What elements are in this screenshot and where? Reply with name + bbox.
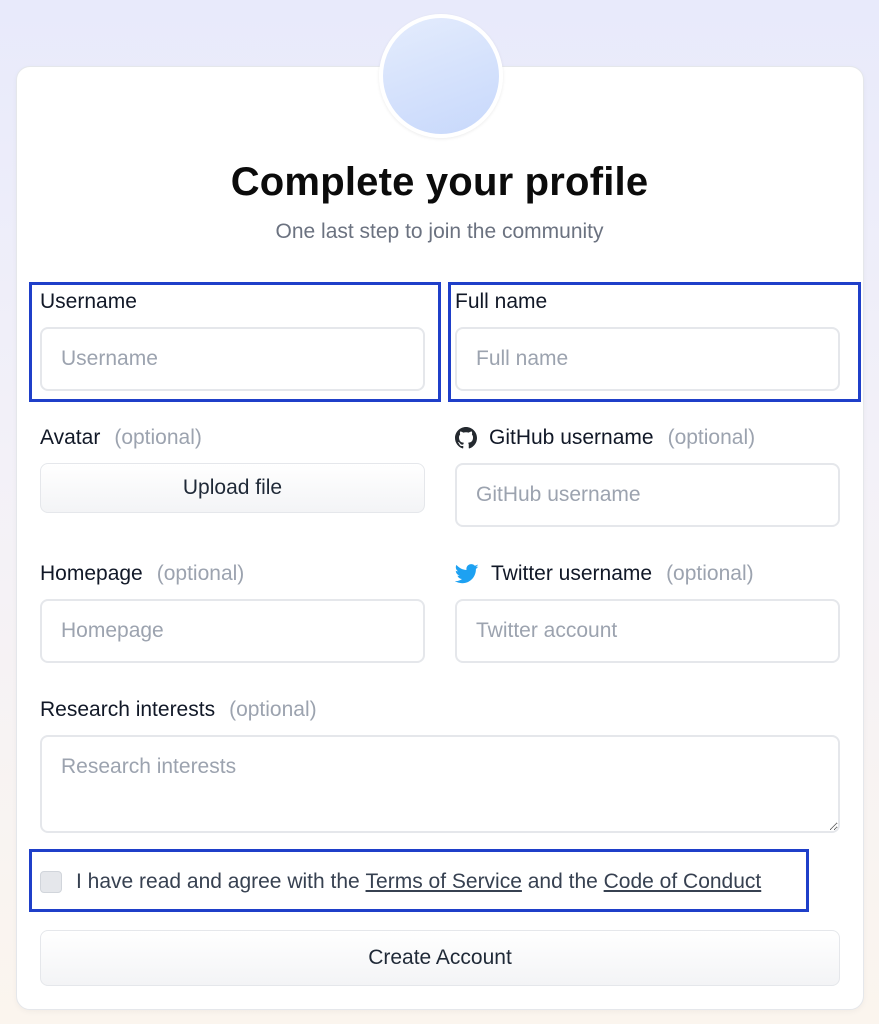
github-icon bbox=[455, 427, 477, 449]
twitter-icon bbox=[455, 564, 479, 584]
github-username-input[interactable] bbox=[455, 463, 840, 527]
twitter-label: Twitter username (optional) bbox=[455, 562, 754, 586]
page-title: Complete your profile bbox=[230, 160, 649, 204]
avatar-placeholder bbox=[379, 14, 503, 138]
homepage-label-text: Homepage bbox=[40, 562, 143, 585]
research-label-text: Research interests bbox=[40, 698, 216, 721]
github-label: GitHub username (optional) bbox=[455, 426, 755, 450]
twitter-account-input[interactable] bbox=[455, 599, 840, 663]
fullname-highlight bbox=[448, 282, 861, 402]
github-label-text: GitHub username bbox=[489, 426, 654, 449]
avatar-optional-text: (optional) bbox=[114, 426, 202, 449]
homepage-label: Homepage (optional) bbox=[40, 562, 244, 586]
github-optional-text: (optional) bbox=[667, 426, 756, 449]
terms-highlight bbox=[29, 849, 809, 912]
avatar-label-text: Avatar bbox=[40, 426, 101, 449]
twitter-label-text: Twitter username bbox=[491, 562, 653, 585]
homepage-input[interactable] bbox=[40, 599, 425, 663]
avatar-label: Avatar (optional) bbox=[40, 426, 202, 450]
upload-file-button[interactable]: Upload file bbox=[40, 463, 425, 513]
research-interests-textarea[interactable] bbox=[40, 735, 840, 833]
username-highlight bbox=[29, 282, 441, 402]
research-label: Research interests (optional) bbox=[40, 698, 317, 722]
page-subtitle: One last step to join the community bbox=[275, 220, 604, 243]
twitter-optional-text: (optional) bbox=[666, 562, 754, 585]
research-optional-text: (optional) bbox=[229, 698, 317, 721]
homepage-optional-text: (optional) bbox=[156, 562, 245, 585]
create-account-button[interactable]: Create Account bbox=[40, 930, 840, 986]
